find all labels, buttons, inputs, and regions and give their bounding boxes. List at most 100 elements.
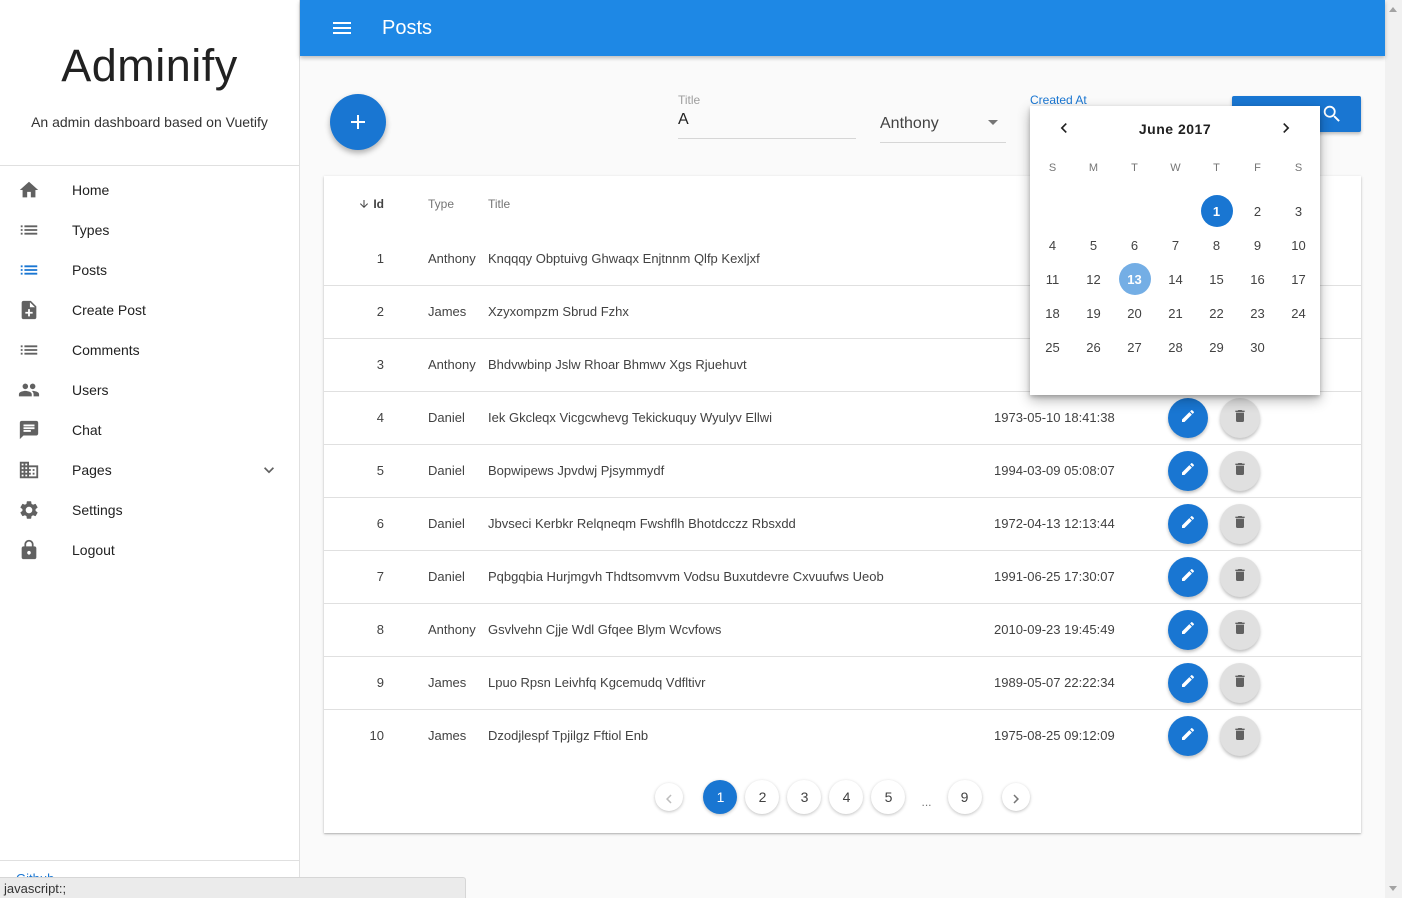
edit-button[interactable] <box>1168 450 1208 491</box>
calendar-day[interactable]: 29 <box>1196 330 1237 364</box>
selected-day[interactable]: 1 <box>1196 194 1237 228</box>
list-icon <box>0 339 56 361</box>
edit-button[interactable] <box>1168 503 1208 544</box>
calendar-day[interactable]: 20 <box>1114 296 1155 330</box>
column-header-type[interactable]: Type <box>384 176 488 232</box>
calendar-day[interactable]: 24 <box>1278 296 1319 330</box>
calendar-day[interactable]: 18 <box>1032 296 1073 330</box>
chat-icon <box>0 419 56 441</box>
weekday-label: M <box>1088 162 1099 174</box>
sidebar-item-logout[interactable]: Logout <box>0 530 299 570</box>
calendar-day[interactable]: 12 <box>1073 262 1114 296</box>
page-button[interactable]: 3 <box>787 780 822 814</box>
cell-title: Pqbgqbia Hurjmgvh Thdtsomvvm Vodsu Buxut… <box>488 549 994 603</box>
calendar-day[interactable]: 15 <box>1196 262 1237 296</box>
sidebar-item-pages[interactable]: Pages <box>0 450 299 490</box>
calendar-day[interactable]: 26 <box>1073 330 1114 364</box>
title-filter[interactable]: Title A <box>678 93 856 139</box>
sidebar-item-home[interactable]: Home <box>0 170 299 210</box>
delete-button[interactable] <box>1220 503 1260 544</box>
calendar-day[interactable]: 9 <box>1237 228 1278 262</box>
calendar-day[interactable]: 4 <box>1032 228 1073 262</box>
cell-type: Daniel <box>384 496 488 550</box>
calendar-day[interactable]: 17 <box>1278 262 1319 296</box>
column-header-title[interactable]: Title <box>488 176 994 232</box>
page-button[interactable]: 4 <box>829 780 864 814</box>
edit-button[interactable] <box>1168 556 1208 597</box>
calendar-day[interactable]: 5 <box>1073 228 1114 262</box>
empty-day-cell <box>1032 194 1073 228</box>
delete-button[interactable] <box>1220 609 1260 650</box>
menu-icon[interactable] <box>330 16 354 40</box>
day-number: 28 <box>1168 339 1183 355</box>
delete-button[interactable] <box>1220 715 1260 756</box>
calendar-day[interactable]: 22 <box>1196 296 1237 330</box>
sidebar-item-create-post[interactable]: Create Post <box>0 290 299 330</box>
calendar-day[interactable]: 14 <box>1155 262 1196 296</box>
cell-created-at: 1994-03-09 05:08:07 <box>994 443 1166 497</box>
delete-button[interactable] <box>1220 556 1260 597</box>
edit-button[interactable] <box>1168 397 1208 438</box>
delete-button[interactable] <box>1220 397 1260 438</box>
calendar-day[interactable]: 23 <box>1237 296 1278 330</box>
column-header-id[interactable]: Id <box>324 176 384 232</box>
browser-status-bar: javascript:; <box>0 877 466 898</box>
day-number: 11 <box>1045 271 1060 287</box>
weekday-label: W <box>1170 162 1181 174</box>
cell-id: 9 <box>324 655 384 709</box>
input-underline <box>880 142 1006 143</box>
calendar-day[interactable]: 27 <box>1114 330 1155 364</box>
add-post-button[interactable] <box>330 94 386 150</box>
type-select[interactable]: Anthony <box>880 111 1006 143</box>
calendar-day[interactable]: 16 <box>1237 262 1278 296</box>
sidebar-item-users[interactable]: Users <box>0 370 299 410</box>
edit-button[interactable] <box>1168 662 1208 703</box>
sidebar: Adminify An admin dashboard based on Vue… <box>0 0 300 898</box>
page-button[interactable]: 5 <box>871 780 906 814</box>
sidebar-item-types[interactable]: Types <box>0 210 299 250</box>
page-button[interactable]: 1 <box>703 780 738 814</box>
day-number: 7 <box>1171 237 1180 253</box>
sidebar-item-comments[interactable]: Comments <box>0 330 299 370</box>
next-page-button[interactable] <box>1001 783 1030 811</box>
pencil-icon <box>1180 620 1196 639</box>
next-month-button[interactable] <box>1276 118 1296 138</box>
delete-button[interactable] <box>1220 662 1260 703</box>
cell-type: Anthony <box>384 337 488 391</box>
calendar-day[interactable]: 8 <box>1196 228 1237 262</box>
calendar-day[interactable]: 21 <box>1155 296 1196 330</box>
calendar-day[interactable]: 11 <box>1032 262 1073 296</box>
edit-button[interactable] <box>1168 609 1208 650</box>
edit-button[interactable] <box>1168 715 1208 756</box>
page-scrollbar[interactable] <box>1385 0 1402 898</box>
scroll-down-arrow-icon[interactable] <box>1389 886 1397 891</box>
calendar-day[interactable]: 7 <box>1155 228 1196 262</box>
day-number: 2 <box>1253 203 1262 219</box>
scroll-up-arrow-icon[interactable] <box>1389 7 1397 12</box>
sidebar-item-settings[interactable]: Settings <box>0 490 299 530</box>
chevron-down-icon[interactable] <box>259 460 279 485</box>
delete-button[interactable] <box>1220 450 1260 491</box>
type-select-value[interactable]: Anthony <box>880 115 1006 137</box>
home-icon <box>0 179 56 201</box>
calendar-day[interactable]: 3 <box>1278 194 1319 228</box>
sidebar-item-posts[interactable]: Posts <box>0 250 299 290</box>
sidebar-item-chat[interactable]: Chat <box>0 410 299 450</box>
chevron-left-icon <box>666 794 673 804</box>
calendar-day[interactable]: 28 <box>1155 330 1196 364</box>
today-day[interactable]: 13 <box>1114 262 1155 296</box>
cell-created-at: 1975-08-25 09:12:09 <box>994 708 1166 762</box>
calendar-day[interactable]: 2 <box>1237 194 1278 228</box>
page-button[interactable]: 9 <box>947 780 982 814</box>
calendar-day[interactable]: 30 <box>1237 330 1278 364</box>
calendar-day[interactable]: 25 <box>1032 330 1073 364</box>
cell-type: Anthony <box>428 250 476 266</box>
calendar-day[interactable]: 19 <box>1073 296 1114 330</box>
calendar-day[interactable]: 10 <box>1278 228 1319 262</box>
prev-page-button[interactable] <box>655 783 684 811</box>
cell-type: James <box>384 655 488 709</box>
cell-actions <box>1166 496 1361 550</box>
page-button[interactable]: 2 <box>745 780 780 814</box>
calendar-day[interactable]: 6 <box>1114 228 1155 262</box>
title-filter-input[interactable]: A <box>678 111 856 133</box>
